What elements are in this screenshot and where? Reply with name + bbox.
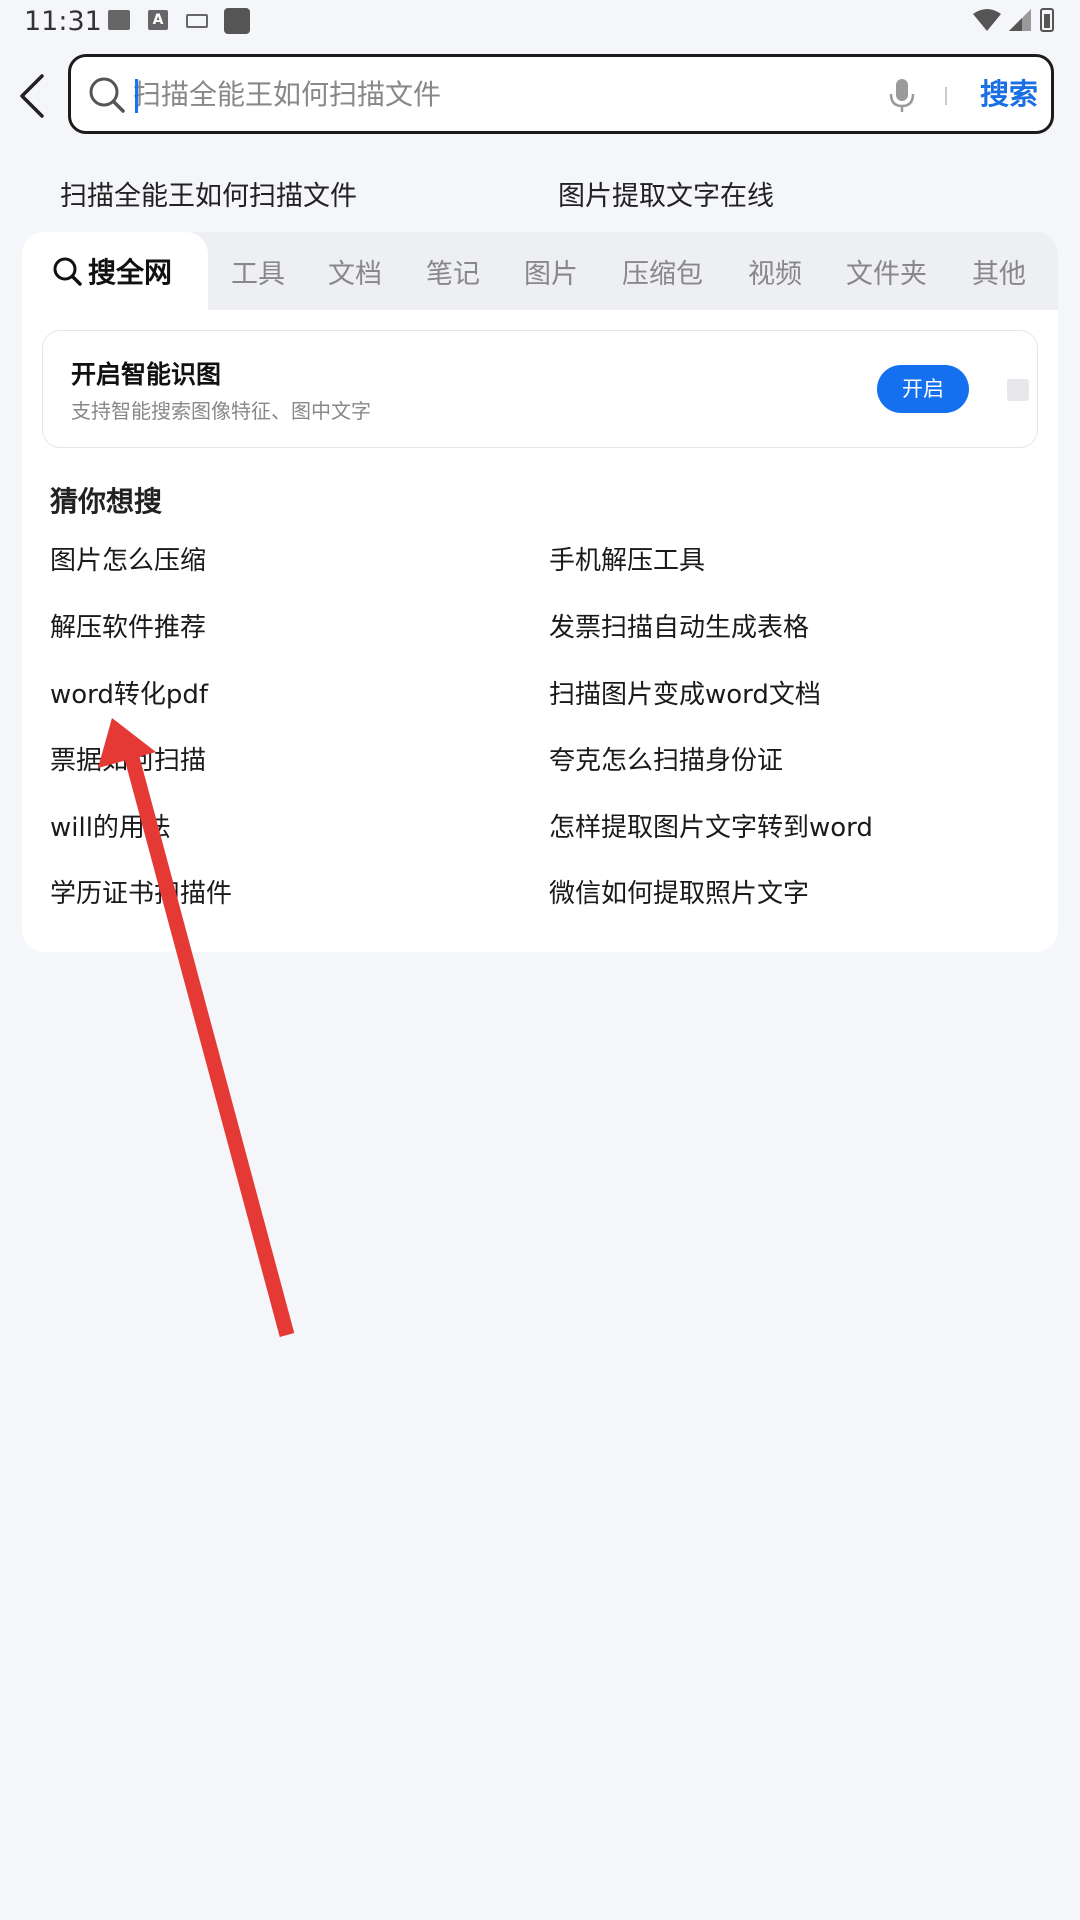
search-divider: [945, 87, 947, 105]
search-icon: [53, 257, 82, 286]
tab-archives[interactable]: 压缩包: [622, 252, 703, 291]
guess-title: 猜你想搜: [50, 485, 163, 518]
suggestion-item[interactable]: 解压软件推荐: [50, 607, 206, 644]
tab-folders[interactable]: 文件夹: [846, 252, 927, 291]
suggestion-item[interactable]: 学历证书扫描件: [50, 873, 232, 910]
category-tabs: 搜全网 工具 文档 笔记 图片 压缩包 视频 文件夹 其他: [22, 232, 1058, 310]
suggestion-item[interactable]: 票据如何扫描: [50, 740, 206, 777]
microphone-icon[interactable]: [887, 77, 917, 113]
signal-icon: [1009, 9, 1031, 31]
tab-videos[interactable]: 视频: [748, 252, 802, 291]
suggestion-item[interactable]: word转化pdf: [50, 674, 208, 711]
tab-all-web-label: 搜全网: [88, 256, 173, 289]
suggestion-item[interactable]: 夸克怎么扫描身份证: [549, 740, 783, 777]
text-a-icon: A: [148, 10, 168, 30]
enable-button[interactable]: 开启: [877, 365, 969, 413]
suggestion-item[interactable]: 图片怎么压缩: [50, 540, 206, 577]
search-box[interactable]: 搜索: [68, 54, 1054, 134]
status-time: 11:31: [24, 6, 102, 37]
app-square-icon: [224, 8, 250, 34]
wifi-icon: [973, 9, 1001, 31]
smart-recognition-banner: 开启智能识图 支持智能搜索图像特征、图中文字 开启: [42, 330, 1038, 448]
tab-all-web[interactable]: 搜全网: [22, 232, 208, 310]
status-bar: 11:31 A: [0, 0, 1080, 44]
suggestion-item[interactable]: 微信如何提取照片文字: [549, 873, 809, 910]
text-caret: [135, 79, 138, 113]
search-button[interactable]: 搜索: [961, 69, 1057, 119]
history-item[interactable]: 扫描全能王如何扫描文件: [60, 174, 357, 213]
tab-tools[interactable]: 工具: [231, 252, 285, 291]
search-input[interactable]: [133, 65, 933, 123]
keyboard-icon: [186, 14, 208, 28]
suggestion-item[interactable]: will的用法: [50, 807, 171, 844]
search-icon: [89, 77, 125, 113]
close-icon[interactable]: [1007, 379, 1029, 401]
suggestion-item[interactable]: 发票扫描自动生成表格: [549, 607, 809, 644]
history-item[interactable]: 图片提取文字在线: [558, 174, 774, 213]
tab-images[interactable]: 图片: [524, 252, 578, 291]
smart-recognition-subtitle: 支持智能搜索图像特征、图中文字: [71, 399, 371, 423]
battery-icon: [1040, 8, 1054, 32]
suggestion-item[interactable]: 手机解压工具: [549, 540, 705, 577]
photo-icon: [108, 10, 130, 30]
tab-documents[interactable]: 文档: [328, 252, 382, 291]
search-page: 11:31 A 搜索 扫描全能王如何扫描文件 图片: [0, 0, 1080, 1920]
suggestion-item[interactable]: 扫描图片变成word文档: [549, 674, 821, 711]
smart-recognition-title: 开启智能识图: [71, 360, 222, 389]
search-card: 搜全网 工具 文档 笔记 图片 压缩包 视频 文件夹 其他 开启智能识图 支持智…: [22, 232, 1058, 952]
back-button[interactable]: [12, 70, 56, 122]
tab-notes[interactable]: 笔记: [426, 252, 480, 291]
suggestion-item[interactable]: 怎样提取图片文字转到word: [549, 807, 873, 844]
tab-other[interactable]: 其他: [972, 252, 1026, 291]
